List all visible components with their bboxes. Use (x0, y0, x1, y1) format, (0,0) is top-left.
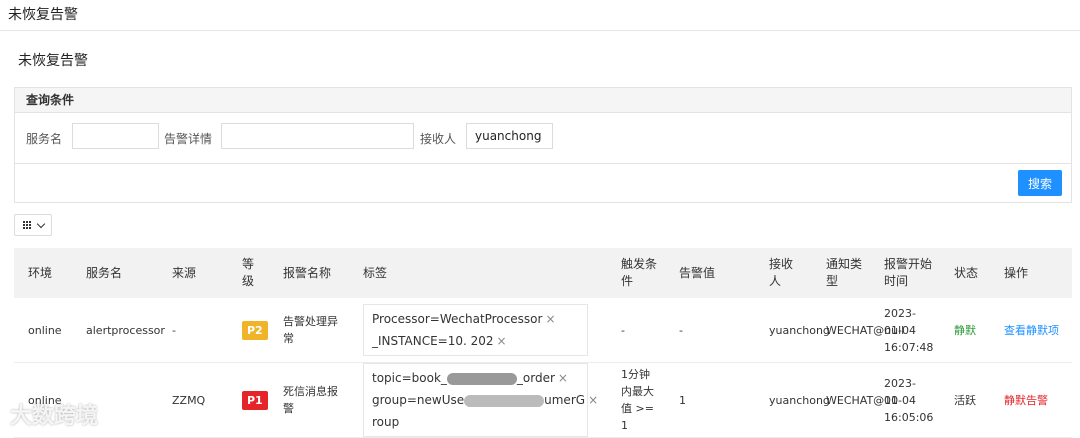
query-panel: 查询条件 服务名 告警详情 接收人 搜索 (14, 87, 1072, 203)
redacted-mask (446, 372, 517, 385)
redacted-mask (464, 394, 545, 407)
service-label: 服务名 (26, 132, 63, 146)
tag: topic=book_ _order × (372, 371, 568, 385)
level-badge: P1 (242, 390, 268, 410)
search-button[interactable]: 搜索 (1018, 170, 1062, 196)
detail-input[interactable] (221, 123, 414, 149)
table-row: online alertprocessor - P2 告警处理异常 Proces… (14, 298, 1072, 363)
source-cell: - (158, 298, 228, 363)
alerts-table: 环境 服务名 来源 等级 报警名称 标签 触发条件 告警值 接收人 通知类型 报… (14, 248, 1072, 438)
header-cell: 接收人 (755, 248, 812, 298)
header-divider (0, 30, 1080, 31)
header-cell: 环境 (14, 248, 72, 298)
header-cell: 状态 (940, 248, 990, 298)
value-cell: - (665, 298, 755, 363)
service-input[interactable] (72, 123, 159, 149)
header-cell: 标签 (349, 248, 607, 298)
action-cell: 静默告警 (990, 362, 1072, 438)
header-cell: 报警名称 (269, 248, 349, 298)
level-badge: P2 (242, 320, 268, 340)
close-icon[interactable]: × (588, 393, 598, 407)
watermark: 大数跨境 (10, 404, 99, 429)
status-cell: 静默 (940, 298, 990, 363)
level-cell: P2 (228, 298, 269, 363)
tags-cell: Processor=WechatProcessor × _INSTANCE=10.… (349, 298, 607, 363)
query-fields: 服务名 告警详情 接收人 (15, 123, 1071, 151)
header-cell: 触发条件 (607, 248, 665, 298)
query-divider (15, 163, 1071, 164)
grid-icon (23, 221, 32, 230)
header-cell: 来源 (158, 248, 228, 298)
receiver-input[interactable] (466, 123, 553, 149)
close-icon[interactable]: × (497, 334, 507, 348)
detail-label: 告警详情 (164, 132, 213, 146)
header-cell: 操作 (990, 248, 1072, 298)
table-header-row: 环境 服务名 来源 等级 报警名称 标签 触发条件 告警值 接收人 通知类型 报… (14, 248, 1072, 298)
header-cell: 服务名 (72, 248, 158, 298)
tags-cell: topic=book_ _order × group=newUse umerG × ro… (349, 362, 607, 438)
value-cell: 1 (665, 362, 755, 438)
condition-cell: 1分钟内最大值 >= 1 (607, 362, 665, 438)
window-title: 未恢复告警 (8, 7, 78, 23)
tag: Processor=WechatProcessor × (372, 312, 556, 326)
header-cell: 告警值 (665, 248, 755, 298)
header-cell: 报警开始时间 (870, 248, 940, 298)
header-cell: 等级 (228, 248, 269, 298)
tag: group=newUse umerG × (372, 393, 599, 407)
view-silence-link[interactable]: 查看静默项 (1004, 324, 1059, 337)
receiver-cell: yuanchong (755, 362, 830, 438)
service-cell: alertprocessor (72, 298, 165, 363)
alert-name-cell: 告警处理异常 (269, 298, 349, 363)
page-title: 未恢复告警 (18, 53, 88, 69)
receiver-label: 接收人 (420, 132, 457, 146)
header-cell: 通知类型 (812, 248, 870, 298)
tag-list: topic=book_ _order × group=newUse umerG × ro… (363, 363, 599, 437)
receiver-cell: yuanchong (755, 298, 830, 363)
table-row: online ZZMQ P1 死信消息报警 topic=book_ _order ×… (14, 362, 1072, 438)
status-cell: 活跃 (940, 362, 990, 438)
source-cell: ZZMQ (158, 362, 228, 438)
condition-cell: - (607, 298, 665, 363)
env-cell: online (14, 298, 72, 363)
level-cell: P1 (228, 362, 269, 438)
tag-list: Processor=WechatProcessor × _INSTANCE=10.… (363, 304, 588, 356)
tag: _INSTANCE=10. 202 × (372, 334, 507, 348)
alert-name-cell: 死信消息报警 (269, 362, 349, 438)
close-icon[interactable]: × (558, 371, 568, 385)
close-icon[interactable]: × (545, 312, 555, 326)
silence-alert-link[interactable]: 静默告警 (1004, 394, 1048, 407)
chevron-down-icon (36, 219, 46, 229)
query-panel-title: 查询条件 (15, 88, 1071, 113)
column-toggle-button[interactable] (14, 214, 52, 236)
action-cell: 查看静默项 (990, 298, 1072, 363)
